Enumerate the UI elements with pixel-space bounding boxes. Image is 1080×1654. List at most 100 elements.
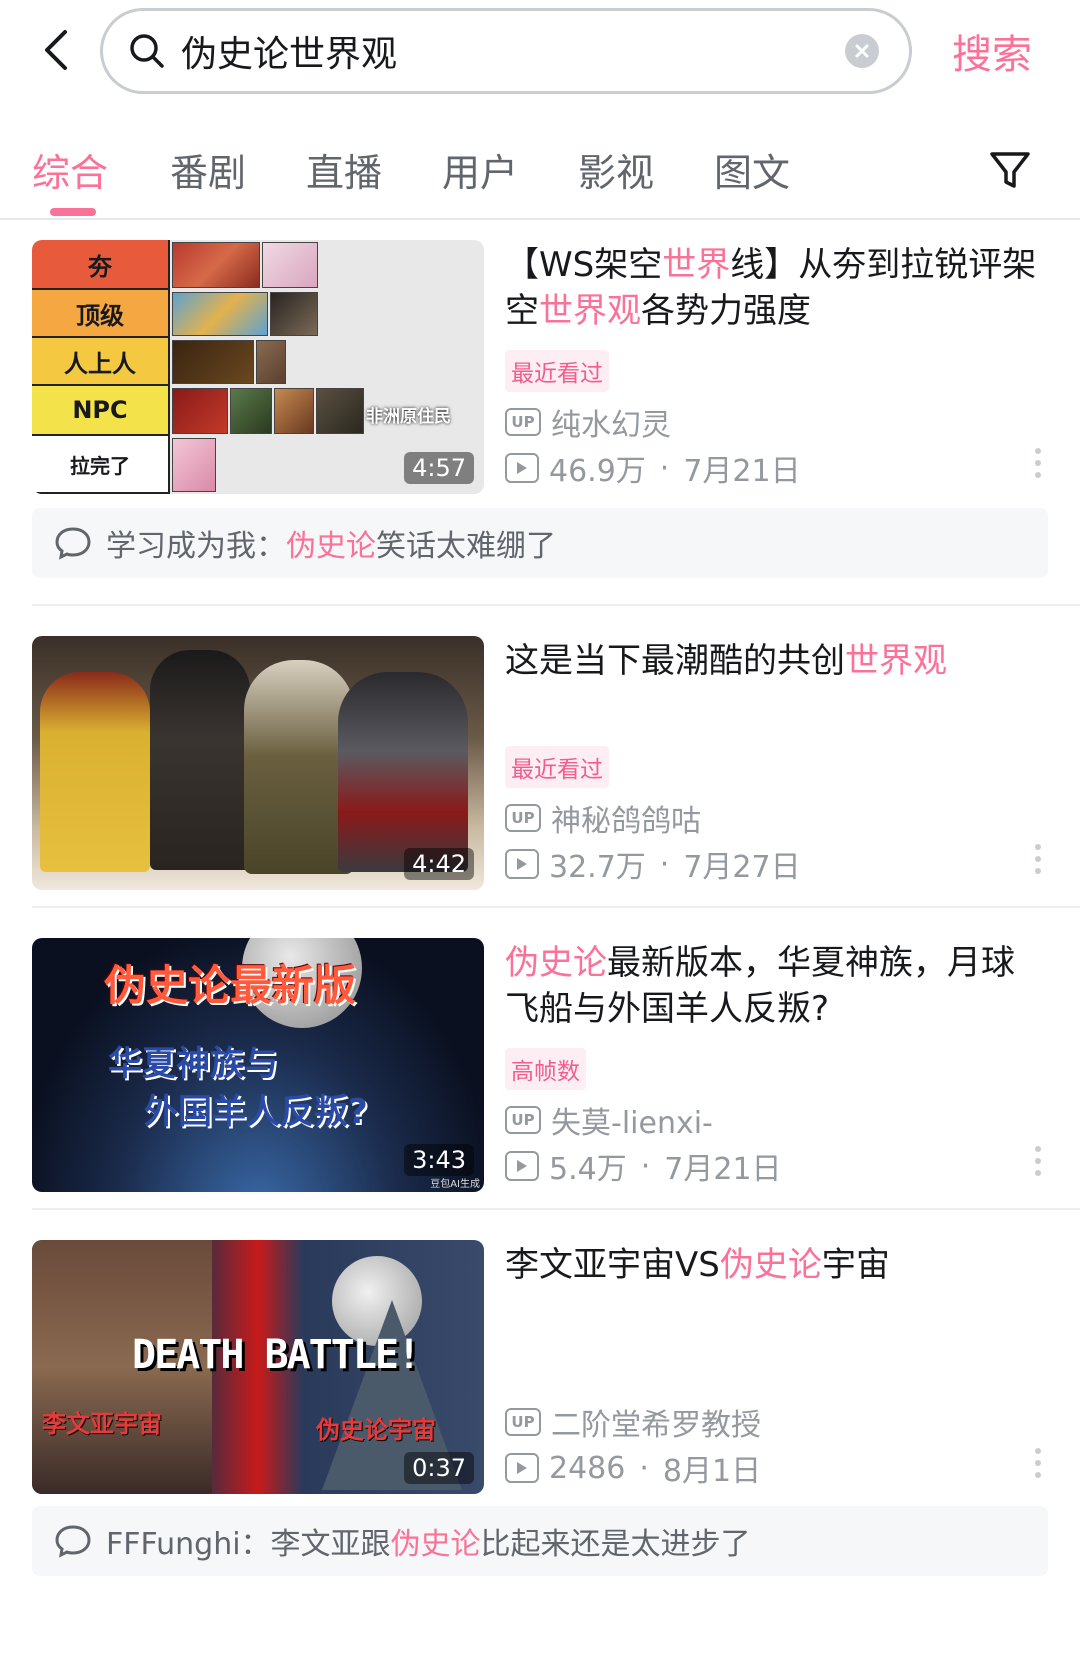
uploader-name[interactable]: 纯水幻灵 — [551, 400, 671, 444]
battle-image — [172, 340, 254, 384]
video-duration: 3:43 — [404, 1144, 474, 1176]
view-count: 5.4万 — [549, 1152, 627, 1187]
tier-label: NPC — [32, 386, 168, 436]
video-thumbnail[interactable]: 夯 顶级 人上人 NPC 拉完了 非洲原住民 4:57 — [32, 240, 484, 494]
back-button[interactable] — [36, 22, 76, 78]
clear-search-button[interactable] — [845, 34, 879, 68]
robot-figure — [338, 672, 468, 872]
uploader-row[interactable]: UP 纯水幻灵 — [505, 400, 671, 444]
character-image — [262, 242, 318, 288]
tier-label: 夯 — [32, 240, 168, 290]
world-map-image — [172, 292, 268, 336]
video-title[interactable]: 【WS架空世界线】从夯到拉锐评架空世界观各势力强度 — [505, 242, 1045, 334]
filter-icon[interactable] — [988, 148, 1032, 192]
figure-image — [256, 340, 286, 384]
divider — [32, 604, 1080, 606]
separator-dot: · — [639, 1450, 649, 1486]
separator-dot: · — [640, 1148, 651, 1184]
scholar-figure — [150, 650, 250, 870]
tab-bangumi[interactable]: 番剧 — [170, 142, 246, 197]
left-caption: 李文亚宇宙 — [42, 1410, 162, 1438]
title-text: 【WS架空 — [505, 245, 663, 285]
title-highlight: 世界观 — [539, 291, 641, 331]
lizard-image — [230, 388, 272, 434]
close-icon — [855, 44, 869, 58]
title-text: 各势力强度 — [641, 291, 811, 331]
video-thumbnail[interactable]: 4:42 — [32, 636, 484, 890]
video-duration: 4:57 — [404, 452, 474, 484]
tier-label: 拉完了 — [32, 436, 168, 494]
stats-row: 5.4万 · 7月21日 — [505, 1144, 782, 1188]
divider — [32, 906, 1080, 908]
divider — [32, 1208, 1080, 1210]
play-count-icon — [505, 849, 539, 879]
video-thumbnail[interactable]: DEATH BATTLE! 李文亚宇宙 伪史论宇宙 0:37 — [32, 1240, 484, 1494]
filter-tabs: 综合 番剧 直播 用户 影视 图文 — [0, 130, 1080, 220]
thumbnail-subtitle: 外国羊人反叛? — [144, 1092, 368, 1132]
video-title[interactable]: 李文亚宇宙VS伪史论宇宙 — [505, 1242, 1045, 1288]
up-icon: UP — [505, 1408, 541, 1436]
uploader-row[interactable]: UP 二阶堂希罗教授 — [505, 1400, 761, 1444]
tier-label: 人上人 — [32, 338, 168, 386]
comment-icon — [55, 527, 91, 560]
featured-comment[interactable]: FFFunghi： 李文亚跟 伪史论 比起来还是太进步了 — [32, 1506, 1048, 1576]
comment-icon — [55, 1525, 91, 1558]
up-icon: UP — [505, 804, 541, 832]
search-icon — [129, 32, 167, 70]
map-image — [172, 242, 260, 288]
search-query-text[interactable]: 伪史论世界观 — [181, 25, 845, 77]
title-text: 李文亚宇宙VS — [505, 1245, 720, 1285]
play-count-icon — [505, 1151, 539, 1181]
view-count: 2486 — [549, 1450, 626, 1486]
high-framerate-badge: 高帧数 — [505, 1048, 586, 1090]
comment-user: 学习成为我： — [106, 529, 286, 564]
search-input[interactable]: 伪史论世界观 — [100, 8, 912, 94]
active-tab-indicator — [50, 208, 96, 216]
recently-watched-badge: 最近看过 — [505, 746, 609, 788]
portrait-image — [274, 388, 314, 434]
uploader-name[interactable]: 失莫-lienxi- — [551, 1098, 713, 1142]
comment-highlight: 伪史论 — [390, 1527, 481, 1562]
title-highlight: 世界观 — [845, 641, 947, 681]
video-title[interactable]: 这是当下最潮酷的共创世界观 — [505, 638, 1045, 684]
uploader-name[interactable]: 神秘鸽鸽咕 — [551, 796, 701, 840]
stats-row: 46.9万 · 7月21日 — [505, 446, 801, 490]
video-title[interactable]: 伪史论最新版本，华夏神族，月球飞船与外国羊人反叛? — [505, 940, 1045, 1032]
tab-live[interactable]: 直播 — [306, 142, 382, 197]
publish-date: 7月21日 — [664, 1152, 782, 1187]
view-count: 46.9万 — [549, 454, 646, 489]
tab-users[interactable]: 用户 — [442, 142, 518, 197]
video-duration: 0:37 — [404, 1452, 474, 1484]
publish-date: 7月27日 — [683, 850, 801, 885]
publish-date: 8月1日 — [662, 1454, 762, 1489]
thumbnail-headline: 伪史论最新版 — [104, 961, 357, 1010]
video-duration: 4:42 — [404, 848, 474, 880]
view-count: 32.7万 — [549, 850, 646, 885]
ai-watermark: 豆包AI生成 — [430, 1179, 480, 1190]
title-text: 宇宙 — [821, 1245, 890, 1285]
tab-film[interactable]: 影视 — [578, 142, 654, 197]
uploader-name[interactable]: 二阶堂希罗教授 — [551, 1400, 761, 1444]
comment-text: 李文亚跟 — [270, 1527, 391, 1562]
separator-dot: · — [659, 450, 670, 486]
more-options-icon[interactable] — [1033, 1146, 1043, 1176]
more-options-icon[interactable] — [1033, 1448, 1043, 1478]
uploader-row[interactable]: UP 神秘鸽鸽咕 — [505, 796, 701, 840]
up-icon: UP — [505, 408, 541, 436]
uploader-row[interactable]: UP 失莫-lienxi- — [505, 1098, 713, 1142]
comment-text: 笑话太难绷了 — [376, 529, 556, 564]
stats-row: 2486 · 8月1日 — [505, 1446, 761, 1490]
comment-text: 比起来还是太进步了 — [480, 1527, 751, 1562]
tab-articles[interactable]: 图文 — [714, 142, 790, 197]
comment-user: FFFunghi： — [106, 1527, 271, 1562]
tier-label: 顶级 — [32, 290, 168, 338]
title-highlight: 世界 — [662, 245, 731, 285]
featured-comment[interactable]: 学习成为我： 伪史论 笑话太难绷了 — [32, 508, 1048, 578]
more-options-icon[interactable] — [1033, 844, 1043, 874]
search-button[interactable]: 搜索 — [952, 22, 1032, 80]
more-options-icon[interactable] — [1033, 448, 1043, 478]
search-header: 伪史论世界观 搜索 — [0, 0, 1080, 100]
video-thumbnail[interactable]: 伪史论最新版 华夏神族与 外国羊人反叛? 豆包AI生成 3:43 — [32, 938, 484, 1192]
tab-all[interactable]: 综合 — [32, 142, 108, 197]
play-count-icon — [505, 453, 539, 483]
